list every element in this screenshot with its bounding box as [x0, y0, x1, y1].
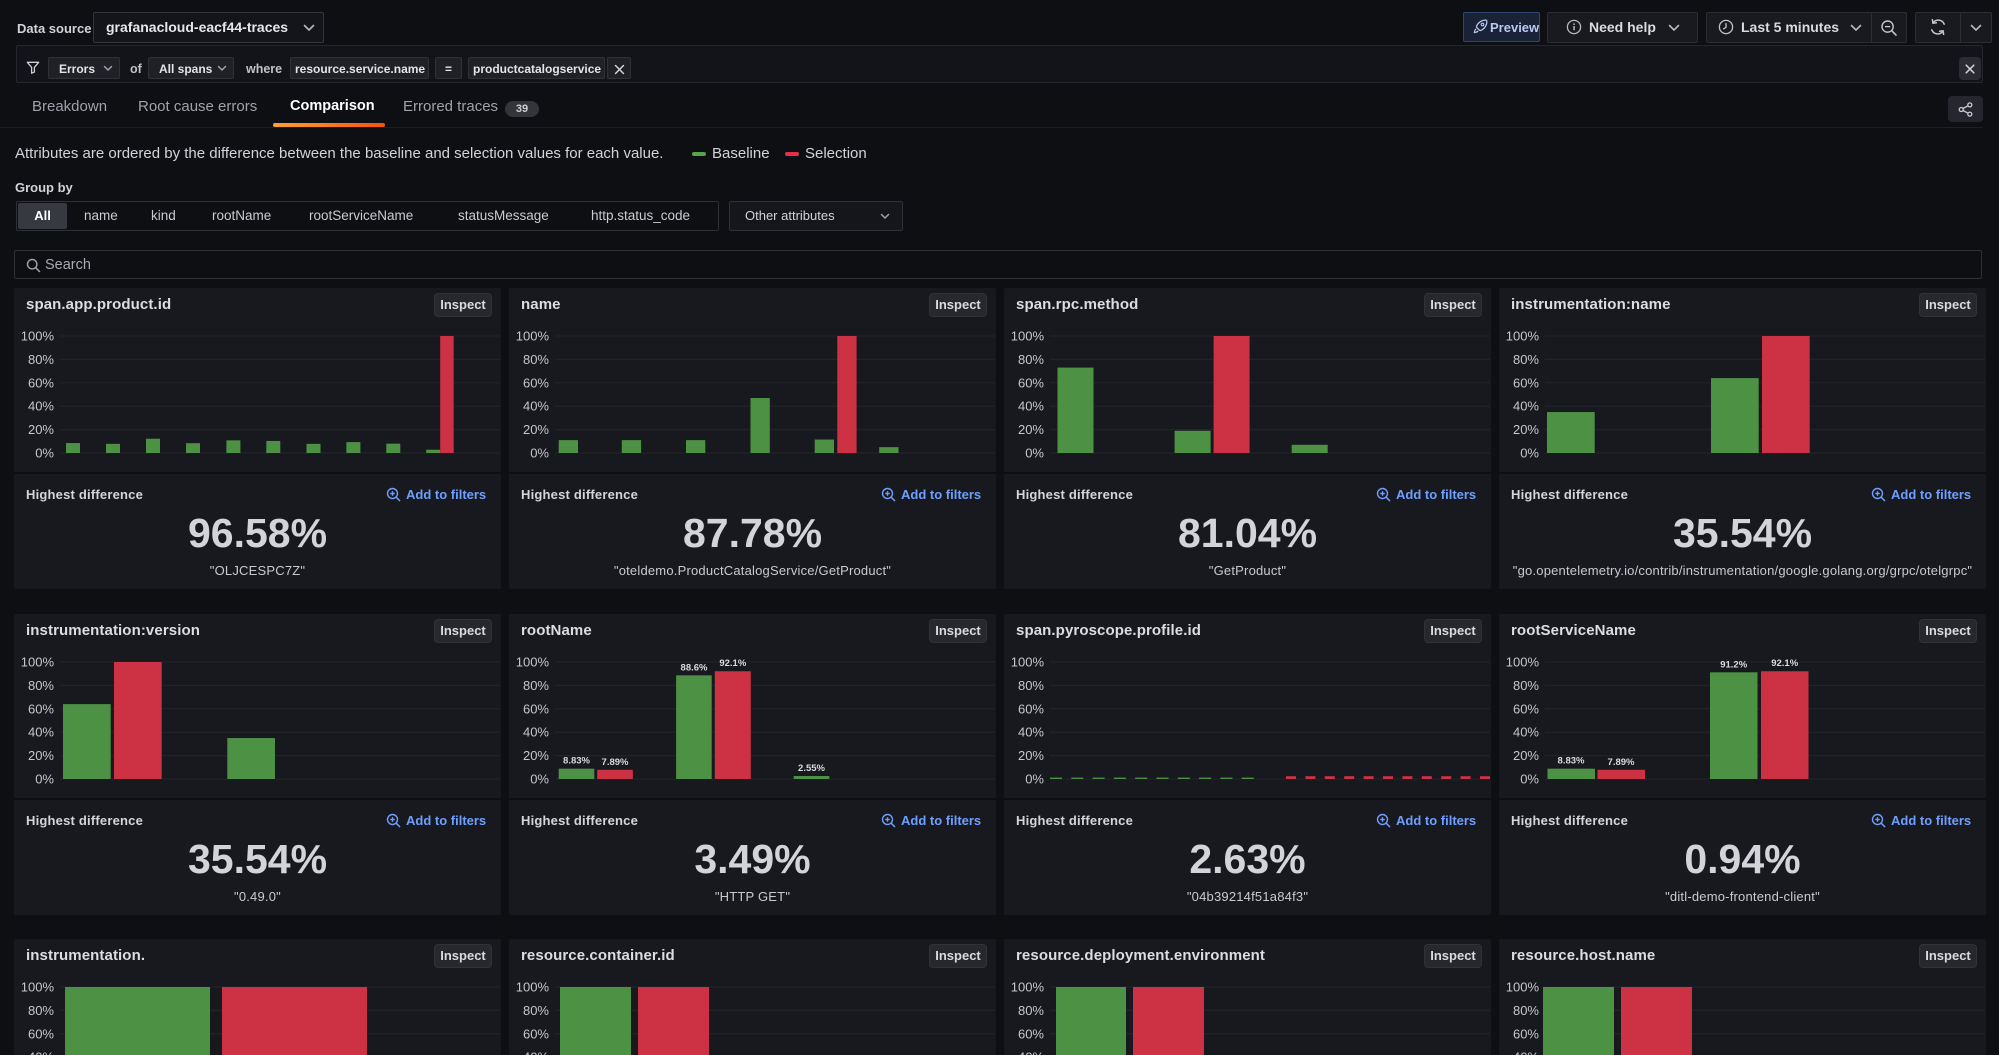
svg-text:40%: 40%	[523, 1050, 549, 1055]
svg-text:60%: 60%	[523, 375, 549, 390]
svg-text:40%: 40%	[1513, 725, 1539, 740]
svg-text:0%: 0%	[530, 446, 549, 461]
svg-text:40%: 40%	[1513, 399, 1539, 414]
svg-text:2.55%: 2.55%	[798, 763, 825, 774]
svg-text:100%: 100%	[1011, 980, 1045, 995]
svg-text:60%: 60%	[28, 1026, 54, 1041]
svg-text:100%: 100%	[21, 980, 55, 995]
svg-text:100%: 100%	[21, 329, 55, 344]
svg-text:40%: 40%	[1513, 1050, 1539, 1055]
svg-text:0%: 0%	[1520, 446, 1539, 461]
svg-text:60%: 60%	[28, 375, 54, 390]
svg-text:0%: 0%	[35, 446, 54, 461]
svg-text:0%: 0%	[1520, 772, 1539, 787]
svg-text:20%: 20%	[1513, 748, 1539, 763]
svg-text:80%: 80%	[1513, 352, 1539, 367]
svg-text:40%: 40%	[523, 399, 549, 414]
svg-text:60%: 60%	[523, 1026, 549, 1041]
svg-text:0%: 0%	[530, 772, 549, 787]
svg-text:100%: 100%	[516, 980, 550, 995]
svg-text:60%: 60%	[1018, 701, 1044, 716]
svg-text:0%: 0%	[1025, 772, 1044, 787]
svg-text:100%: 100%	[1506, 655, 1540, 670]
svg-text:60%: 60%	[1018, 1026, 1044, 1041]
svg-text:40%: 40%	[1018, 1050, 1044, 1055]
svg-text:20%: 20%	[523, 422, 549, 437]
svg-text:40%: 40%	[523, 725, 549, 740]
svg-text:92.1%: 92.1%	[719, 658, 746, 669]
svg-text:20%: 20%	[1018, 422, 1044, 437]
svg-text:60%: 60%	[1513, 375, 1539, 390]
svg-text:60%: 60%	[523, 701, 549, 716]
svg-text:40%: 40%	[28, 1050, 54, 1055]
svg-text:60%: 60%	[1513, 1026, 1539, 1041]
svg-text:100%: 100%	[1506, 329, 1540, 344]
svg-text:60%: 60%	[1018, 375, 1044, 390]
svg-text:20%: 20%	[28, 748, 54, 763]
svg-text:80%: 80%	[28, 1003, 54, 1018]
svg-text:20%: 20%	[1513, 422, 1539, 437]
svg-text:0%: 0%	[35, 772, 54, 787]
svg-text:91.2%: 91.2%	[1720, 659, 1747, 670]
svg-text:100%: 100%	[1011, 329, 1045, 344]
svg-text:100%: 100%	[1506, 980, 1540, 995]
svg-text:80%: 80%	[1018, 352, 1044, 367]
svg-text:92.1%: 92.1%	[1771, 658, 1798, 669]
svg-text:40%: 40%	[1018, 399, 1044, 414]
svg-text:80%: 80%	[28, 678, 54, 693]
svg-text:40%: 40%	[1018, 725, 1044, 740]
svg-text:8.83%: 8.83%	[1558, 756, 1585, 767]
svg-text:100%: 100%	[1011, 655, 1045, 670]
svg-text:40%: 40%	[28, 725, 54, 740]
svg-text:80%: 80%	[1018, 678, 1044, 693]
svg-text:20%: 20%	[523, 748, 549, 763]
svg-text:20%: 20%	[28, 422, 54, 437]
svg-text:20%: 20%	[1018, 748, 1044, 763]
svg-text:88.6%: 88.6%	[681, 662, 708, 673]
svg-text:100%: 100%	[516, 329, 550, 344]
svg-text:100%: 100%	[516, 655, 550, 670]
svg-text:100%: 100%	[21, 655, 55, 670]
svg-text:80%: 80%	[523, 678, 549, 693]
svg-text:80%: 80%	[1018, 1003, 1044, 1018]
svg-text:60%: 60%	[1513, 701, 1539, 716]
svg-text:7.89%: 7.89%	[602, 757, 629, 768]
svg-text:80%: 80%	[523, 352, 549, 367]
svg-text:80%: 80%	[1513, 1003, 1539, 1018]
svg-text:7.89%: 7.89%	[1608, 757, 1635, 768]
svg-text:60%: 60%	[28, 701, 54, 716]
svg-text:0%: 0%	[1025, 446, 1044, 461]
svg-text:80%: 80%	[523, 1003, 549, 1018]
svg-text:8.83%: 8.83%	[563, 756, 590, 767]
svg-text:40%: 40%	[28, 399, 54, 414]
svg-text:80%: 80%	[28, 352, 54, 367]
svg-text:80%: 80%	[1513, 678, 1539, 693]
